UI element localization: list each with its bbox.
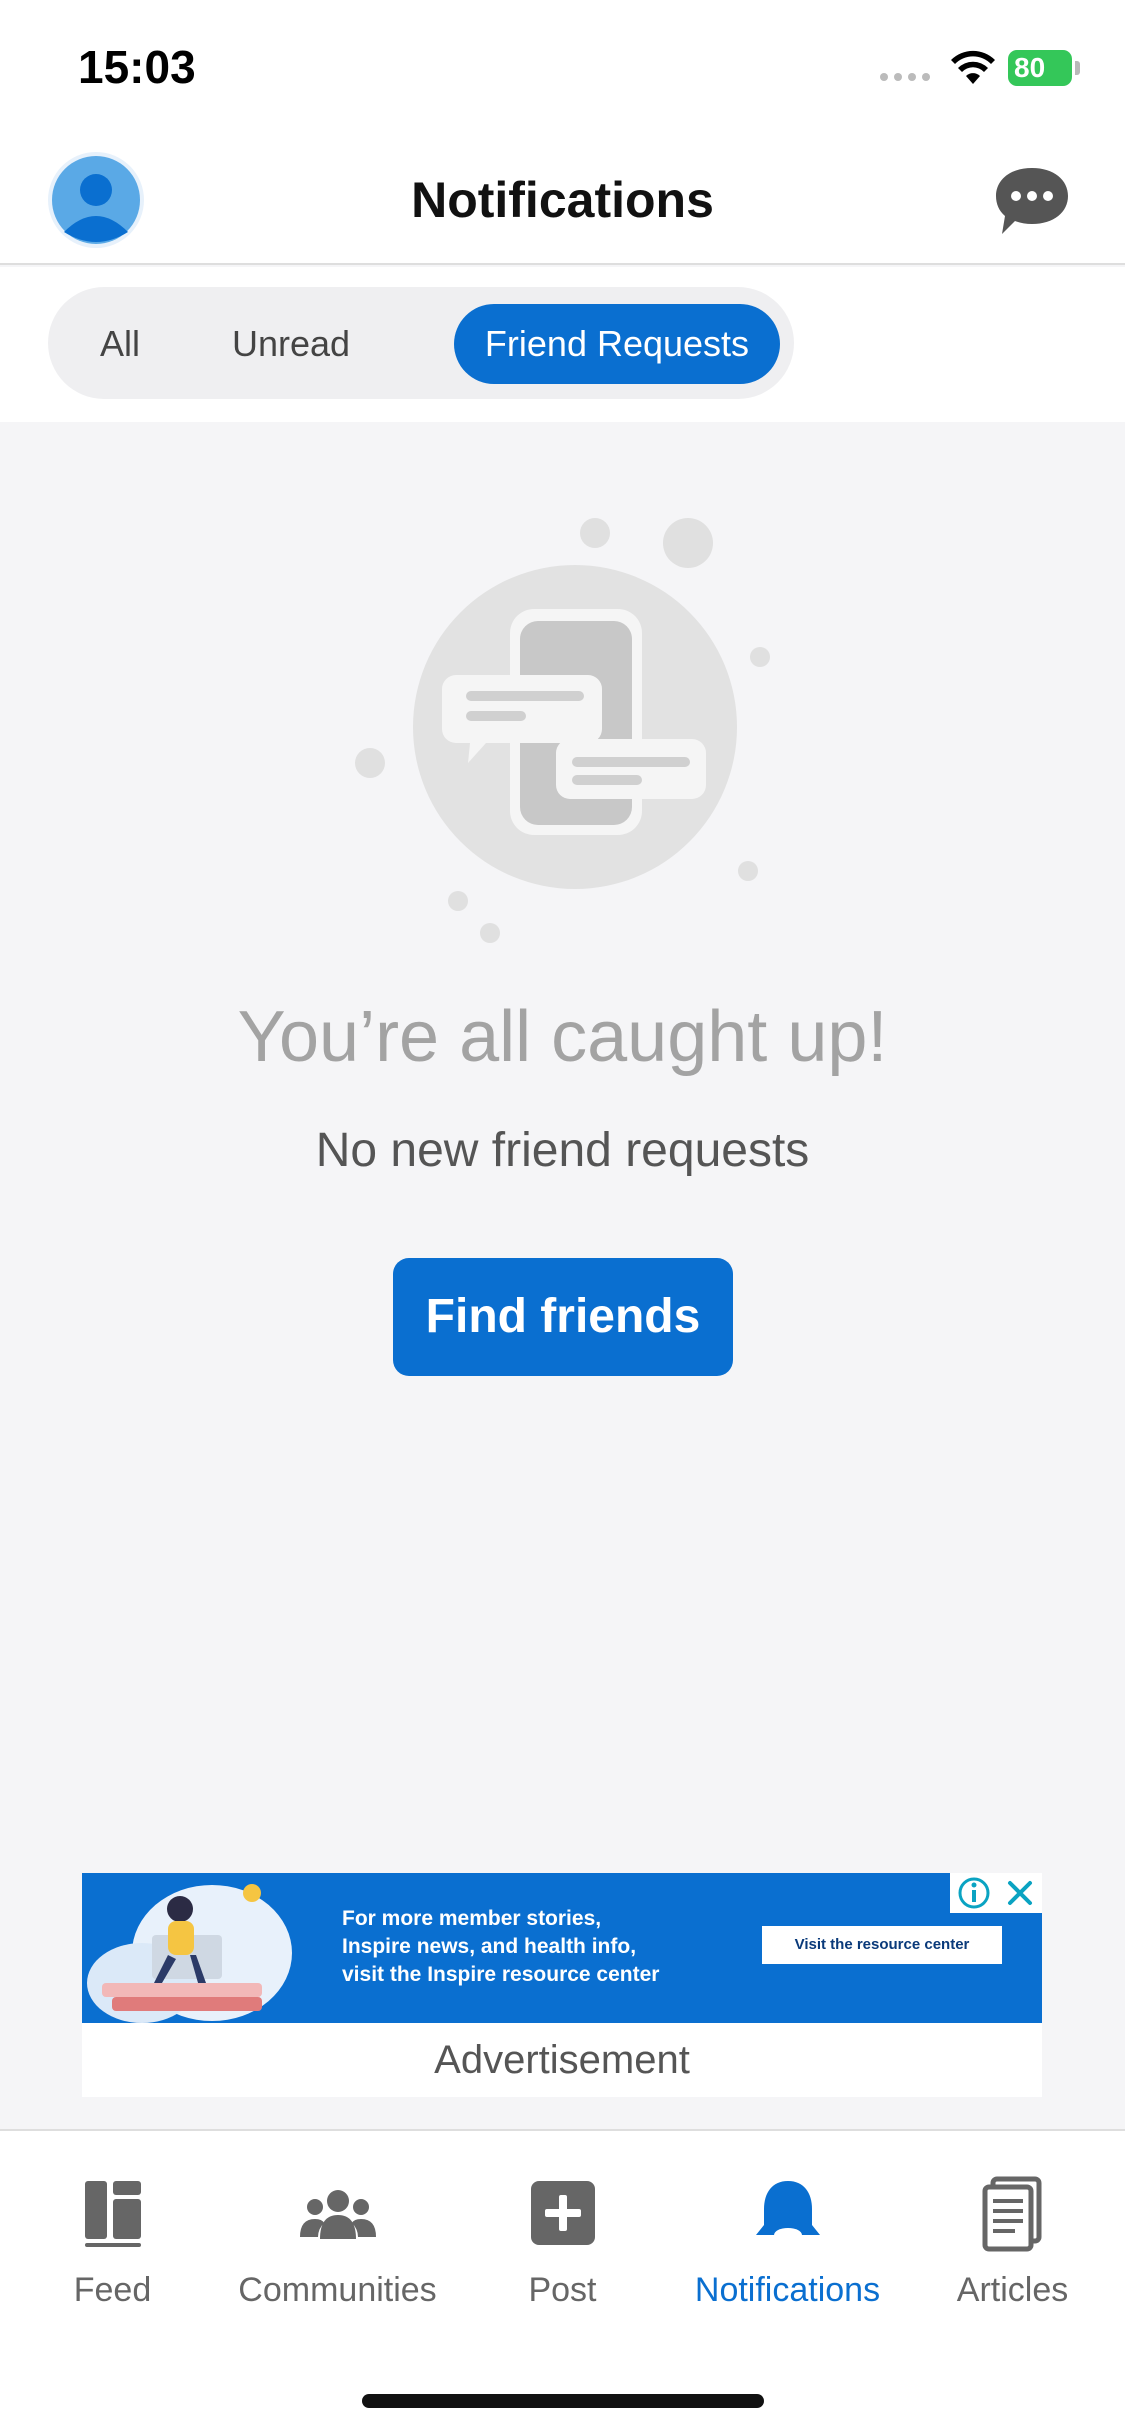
ad-text: For more member stories, Inspire news, a… [342,1905,762,1989]
ad-banner[interactable]: For more member stories, Inspire news, a… [82,1873,1042,2023]
ad-text-line: visit the Inspire resource center [342,1963,660,1986]
ad-controls [950,1873,1042,1913]
empty-state-title: You’re all caught up! [237,997,888,1077]
bottom-nav: Feed Communities Post Notifications Arti… [0,2129,1125,2436]
nav-communities[interactable]: Communities [225,2173,450,2310]
ad-close-icon[interactable] [1005,1878,1035,1908]
feed-icon [84,2181,141,2247]
wifi-icon [951,50,995,84]
status-bar: 15:03 80 [0,0,1125,135]
nav-post[interactable]: Post [450,2173,675,2310]
cellular-signal-icon [880,73,930,81]
nav-label: Communities [238,2271,437,2309]
ad-text-line: Inspire news, and health info, [342,1935,637,1958]
empty-messages-illustration [355,518,770,943]
articles-icon [982,2176,1041,2252]
find-friends-button[interactable]: Find friends [393,1258,733,1376]
nav-label: Articles [956,2271,1069,2309]
home-indicator [362,2394,764,2408]
nav-notifications[interactable]: Notifications [675,2173,900,2310]
ad-cta-button[interactable]: Visit the resource center [762,1926,1002,1964]
ad-illustration [87,1884,292,2023]
tab-friend-requests[interactable]: Friend Requests [454,304,780,384]
status-time: 15:03 [78,41,196,93]
bell-icon [755,2181,820,2242]
chat-bubble-icon [996,168,1068,234]
empty-state-subtitle: No new friend requests [315,1124,810,1177]
nav-label: Feed [73,2271,152,2309]
tab-all[interactable]: All [70,304,170,384]
nav-label: Notifications [694,2271,881,2309]
tab-unread[interactable]: Unread [216,304,366,384]
messages-button[interactable] [990,162,1074,242]
ad-label: Advertisement [82,2023,1042,2097]
battery-icon: 80 [1008,50,1080,86]
page-title: Notifications [411,172,714,228]
tabs-area: All Unread Friend Requests [0,267,1125,422]
nav-label: Post [528,2271,597,2309]
nav-feed[interactable]: Feed [0,2173,225,2310]
ad-info-icon[interactable] [957,1876,991,1910]
battery-level: 80 [1014,52,1046,83]
ad-text-line: For more member stories, [342,1907,602,1930]
nav-articles[interactable]: Articles [900,2173,1125,2310]
communities-icon [299,2190,376,2239]
notification-tabs: All Unread Friend Requests [48,287,794,399]
post-plus-icon [530,2181,595,2245]
header: Notifications [0,135,1125,265]
